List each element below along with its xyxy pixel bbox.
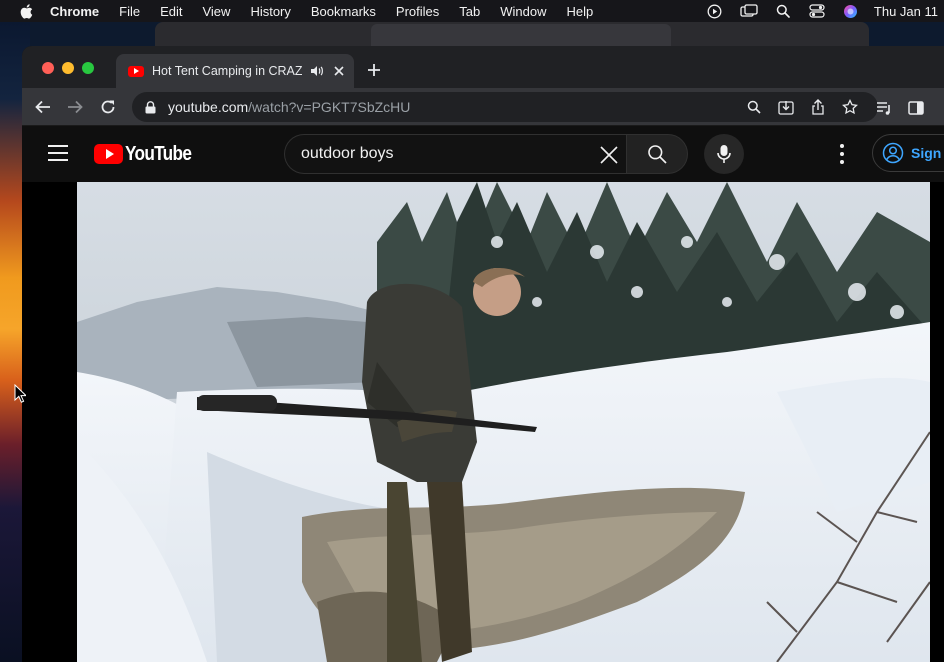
browser-tab-active[interactable]: Hot Tent Camping in CRAZ <box>116 54 354 88</box>
menubar-clock[interactable]: Thu Jan 11 <box>874 4 938 19</box>
address-bar[interactable]: youtube.com/watch?v=PGKT7SbZcHU <box>132 92 878 122</box>
forward-arrow-icon[interactable] <box>66 98 84 116</box>
reload-icon[interactable] <box>99 98 117 116</box>
play-status-icon[interactable] <box>706 3 724 19</box>
url-text[interactable]: youtube.com/watch?v=PGKT7SbZcHU <box>168 99 410 115</box>
speaker-icon[interactable] <box>310 64 324 78</box>
tab-strip: Hot Tent Camping in CRAZ <box>22 46 944 88</box>
url-host: youtube.com <box>168 99 249 115</box>
new-tab-plus-icon[interactable] <box>366 62 382 78</box>
background-chrome-window <box>155 22 869 48</box>
sign-in-label: Sign in <box>911 145 944 161</box>
screen-mirroring-icon[interactable] <box>740 3 758 19</box>
chrome-window: Hot Tent Camping in CRAZ youtube.com/wat… <box>22 46 944 662</box>
search-button[interactable] <box>626 134 688 174</box>
lock-icon[interactable] <box>144 100 156 114</box>
more-options-icon[interactable] <box>838 144 846 164</box>
tab-title: Hot Tent Camping in CRAZ <box>152 64 302 78</box>
menu-app-name[interactable]: Chrome <box>50 4 99 19</box>
back-arrow-icon[interactable] <box>34 98 52 116</box>
menu-profiles[interactable]: Profiles <box>396 4 439 19</box>
close-window-button[interactable] <box>42 62 54 74</box>
share-icon[interactable] <box>810 99 826 115</box>
menu-file[interactable]: File <box>119 4 140 19</box>
background-tab <box>371 24 671 46</box>
mouse-cursor-icon <box>14 384 26 403</box>
search-icon <box>648 145 667 164</box>
menu-window[interactable]: Window <box>500 4 546 19</box>
tab-close-icon[interactable] <box>332 64 346 78</box>
menu-view[interactable]: View <box>202 4 230 19</box>
spotlight-search-icon[interactable] <box>774 3 792 19</box>
clear-search-icon[interactable] <box>598 144 620 166</box>
url-path: /watch?v=PGKT7SbZcHU <box>248 99 411 115</box>
side-panel-icon[interactable] <box>908 100 924 116</box>
minimize-window-button[interactable] <box>62 62 74 74</box>
hamburger-menu-icon[interactable] <box>48 144 68 162</box>
sign-in-button[interactable]: Sign in <box>872 134 944 172</box>
menu-history[interactable]: History <box>250 4 290 19</box>
account-circle-icon <box>882 142 904 164</box>
video-frame-image <box>77 182 930 662</box>
bookmark-star-icon[interactable] <box>842 99 858 115</box>
menu-edit[interactable]: Edit <box>160 4 182 19</box>
youtube-header: YouTube outdoor boys Sign in <box>22 126 944 182</box>
voice-search-button[interactable] <box>704 134 744 174</box>
media-controls-icon[interactable] <box>876 100 892 116</box>
siri-icon[interactable] <box>842 3 860 19</box>
search-input[interactable]: outdoor boys <box>284 134 626 174</box>
browser-toolbar: youtube.com/watch?v=PGKT7SbZcHU <box>22 88 944 126</box>
menu-bookmarks[interactable]: Bookmarks <box>311 4 376 19</box>
apple-menu-icon[interactable] <box>16 0 36 22</box>
youtube-wordmark: YouTube <box>125 142 192 165</box>
video-frame[interactable] <box>77 182 930 662</box>
zoom-search-icon[interactable] <box>746 99 762 115</box>
microphone-icon <box>717 145 731 163</box>
search-query-text: outdoor boys <box>301 145 394 162</box>
menu-help[interactable]: Help <box>567 4 594 19</box>
control-center-icon[interactable] <box>808 3 826 19</box>
youtube-play-logo-icon <box>94 144 123 164</box>
video-player[interactable] <box>22 182 944 662</box>
menu-tab[interactable]: Tab <box>459 4 480 19</box>
macos-menu-bar: Chrome File Edit View History Bookmarks … <box>0 0 944 22</box>
install-app-icon[interactable] <box>778 99 794 115</box>
youtube-favicon-icon <box>128 65 144 77</box>
zoom-window-button[interactable] <box>82 62 94 74</box>
youtube-logo[interactable]: YouTube <box>94 143 202 165</box>
